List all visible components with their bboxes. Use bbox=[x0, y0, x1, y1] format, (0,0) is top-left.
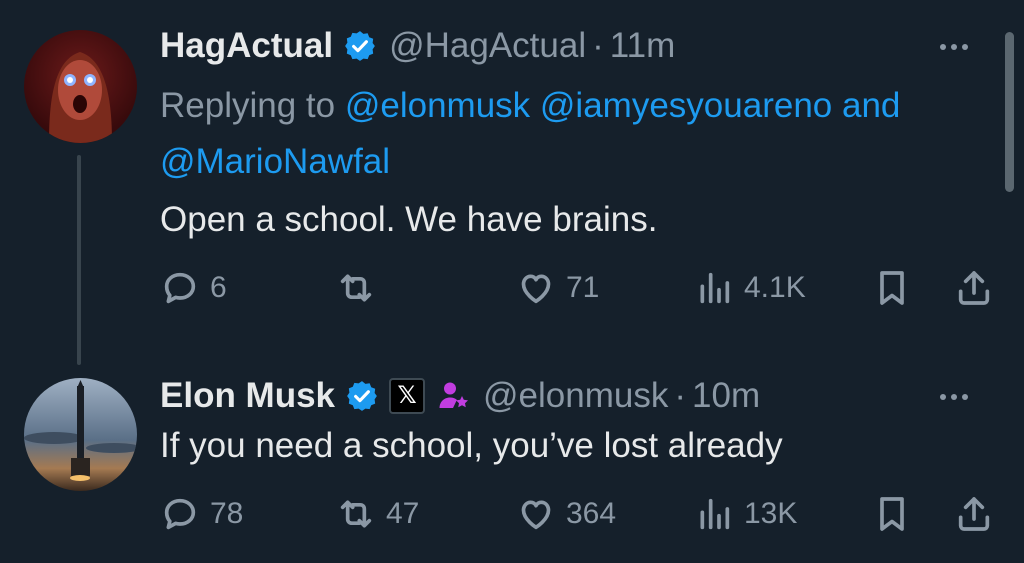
views-count: 4.1K bbox=[744, 271, 806, 304]
reply-button[interactable]: 78 bbox=[160, 492, 243, 536]
share-button[interactable] bbox=[954, 266, 994, 310]
heart-icon bbox=[521, 274, 551, 304]
heart-icon bbox=[521, 500, 551, 530]
retweet-icon bbox=[340, 274, 372, 302]
separator-dot: · bbox=[592, 26, 604, 65]
views-icon bbox=[700, 498, 730, 530]
like-button[interactable]: 364 bbox=[516, 492, 616, 536]
x-affiliation-badge[interactable]: 𝕏 bbox=[389, 378, 426, 414]
bookmark-button[interactable] bbox=[872, 266, 912, 310]
timestamp[interactable]: 10m bbox=[692, 374, 760, 418]
views-button[interactable]: 4.1K bbox=[694, 266, 806, 310]
mention-and[interactable]: and bbox=[842, 86, 900, 125]
handle[interactable]: @elonmusk bbox=[483, 374, 668, 418]
bookmark-icon bbox=[880, 497, 904, 531]
handle[interactable]: @HagActual bbox=[389, 24, 586, 68]
retweet-button[interactable]: 47 bbox=[336, 492, 419, 536]
avatar-hagactual[interactable] bbox=[24, 30, 137, 143]
affiliate-icon[interactable] bbox=[435, 378, 471, 414]
verified-icon[interactable] bbox=[345, 379, 379, 413]
views-icon bbox=[700, 272, 730, 304]
mention-link[interactable]: @elonmusk bbox=[345, 86, 530, 125]
like-count: 364 bbox=[566, 497, 617, 530]
reply-count: 6 bbox=[210, 271, 227, 304]
display-name[interactable]: Elon Musk bbox=[160, 374, 335, 418]
display-name[interactable]: HagActual bbox=[160, 24, 333, 68]
views-button[interactable]: 13K bbox=[694, 492, 797, 536]
more-options-icon[interactable] bbox=[940, 44, 968, 50]
retweet-icon bbox=[340, 500, 372, 528]
share-button[interactable] bbox=[954, 492, 994, 536]
more-options-icon[interactable] bbox=[940, 394, 968, 400]
reply-count: 78 bbox=[210, 497, 244, 530]
replying-prefix: Replying to bbox=[160, 86, 336, 125]
reply-icon bbox=[164, 498, 196, 530]
tweet-header: Elon Musk 𝕏 @elonmusk · 10m bbox=[160, 374, 760, 418]
avatar-elonmusk[interactable] bbox=[24, 378, 137, 491]
bookmark-icon bbox=[880, 271, 904, 305]
like-count: 71 bbox=[566, 271, 600, 304]
views-count: 13K bbox=[744, 497, 798, 530]
mention-link[interactable]: @MarioNawfal bbox=[160, 142, 390, 181]
tweet-actions: 6 71 4.1K bbox=[160, 266, 1000, 310]
verified-icon[interactable] bbox=[343, 29, 377, 63]
timestamp[interactable]: 11m bbox=[610, 24, 676, 68]
share-icon bbox=[958, 271, 990, 305]
tweet-actions: 78 47 364 13K bbox=[160, 492, 1000, 536]
replying-to: Replying to @elonmusk @iamyesyouareno an… bbox=[160, 78, 990, 190]
tweet-hagactual[interactable]: HagActual @HagActual · 11m Replying to @… bbox=[0, 0, 1024, 340]
retweet-count: 47 bbox=[386, 497, 420, 530]
retweet-button[interactable] bbox=[336, 266, 386, 310]
tweet-header: HagActual @HagActual · 11m bbox=[160, 24, 675, 68]
separator-dot: · bbox=[674, 376, 687, 415]
tweet-elonmusk[interactable]: Elon Musk 𝕏 @elonmusk · 10m If you need … bbox=[0, 340, 1024, 563]
share-icon bbox=[958, 497, 990, 531]
tweet-text: Open a school. We have brains. bbox=[160, 200, 658, 239]
reply-icon bbox=[164, 272, 196, 304]
bookmark-button[interactable] bbox=[872, 492, 912, 536]
reply-button[interactable]: 6 bbox=[160, 266, 227, 310]
mention-link[interactable]: @iamyesyouareno bbox=[540, 86, 832, 125]
tweet-text: If you need a school, you’ve lost alread… bbox=[160, 426, 783, 465]
like-button[interactable]: 71 bbox=[516, 266, 599, 310]
